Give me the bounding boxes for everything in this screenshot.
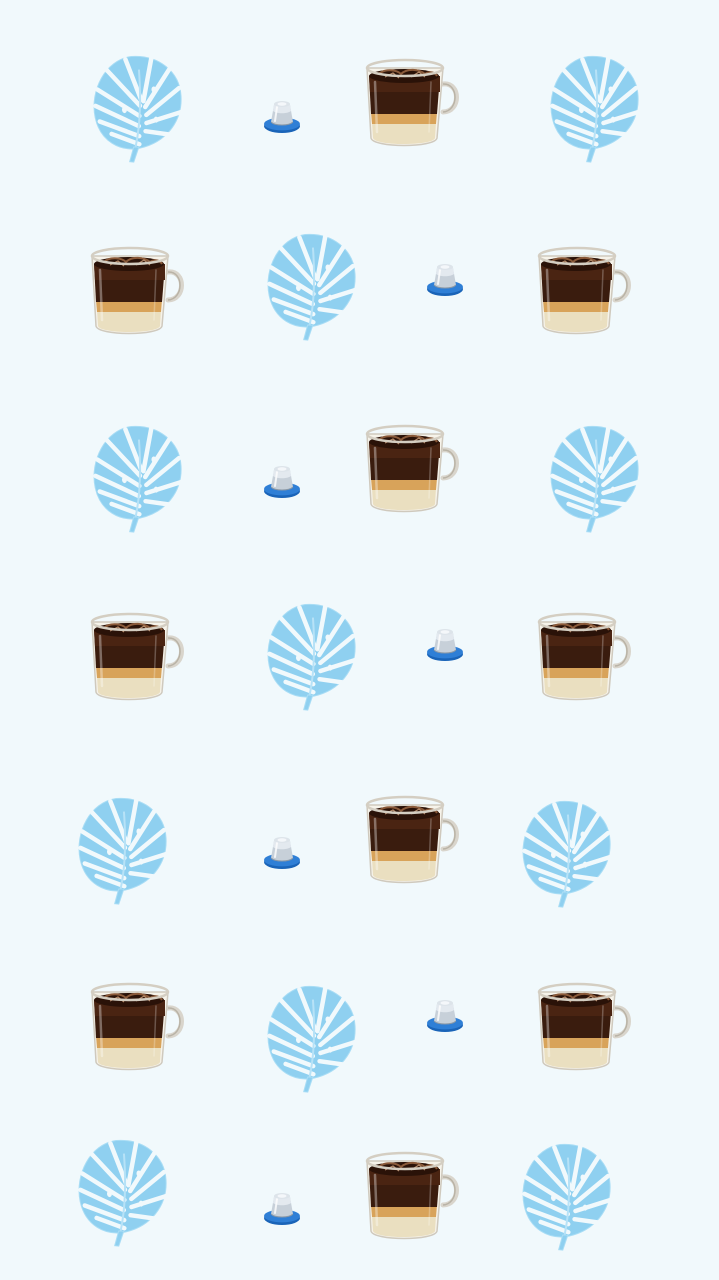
iced-coffee-cup-icon [535, 976, 635, 1078]
coffee-capsule-icon [262, 95, 302, 135]
monstera-leaf-icon [81, 414, 196, 539]
coffee-capsule-icon [262, 1187, 302, 1227]
iced-coffee-cup-icon [88, 976, 188, 1078]
iced-coffee-cup-icon [363, 1145, 463, 1247]
wallpaper-pattern [0, 0, 719, 1280]
iced-coffee-cup-icon [363, 418, 463, 520]
coffee-capsule-icon [425, 994, 465, 1034]
iced-coffee-cup-icon [363, 789, 463, 891]
iced-coffee-cup-icon [535, 240, 635, 342]
coffee-capsule-icon [425, 623, 465, 663]
iced-coffee-cup-icon [88, 606, 188, 708]
monstera-leaf-icon [255, 592, 370, 717]
monstera-leaf-icon [66, 786, 181, 911]
coffee-capsule-icon [262, 460, 302, 500]
monstera-leaf-icon [538, 44, 653, 169]
coffee-capsule-icon [262, 831, 302, 871]
monstera-leaf-icon [255, 222, 370, 347]
monstera-leaf-icon [510, 789, 625, 914]
iced-coffee-cup-icon [535, 606, 635, 708]
monstera-leaf-icon [66, 1128, 181, 1253]
iced-coffee-cup-icon [363, 52, 463, 154]
coffee-capsule-icon [425, 258, 465, 298]
iced-coffee-cup-icon [88, 240, 188, 342]
monstera-leaf-icon [81, 44, 196, 169]
monstera-leaf-icon [510, 1132, 625, 1257]
monstera-leaf-icon [538, 414, 653, 539]
monstera-leaf-icon [255, 974, 370, 1099]
